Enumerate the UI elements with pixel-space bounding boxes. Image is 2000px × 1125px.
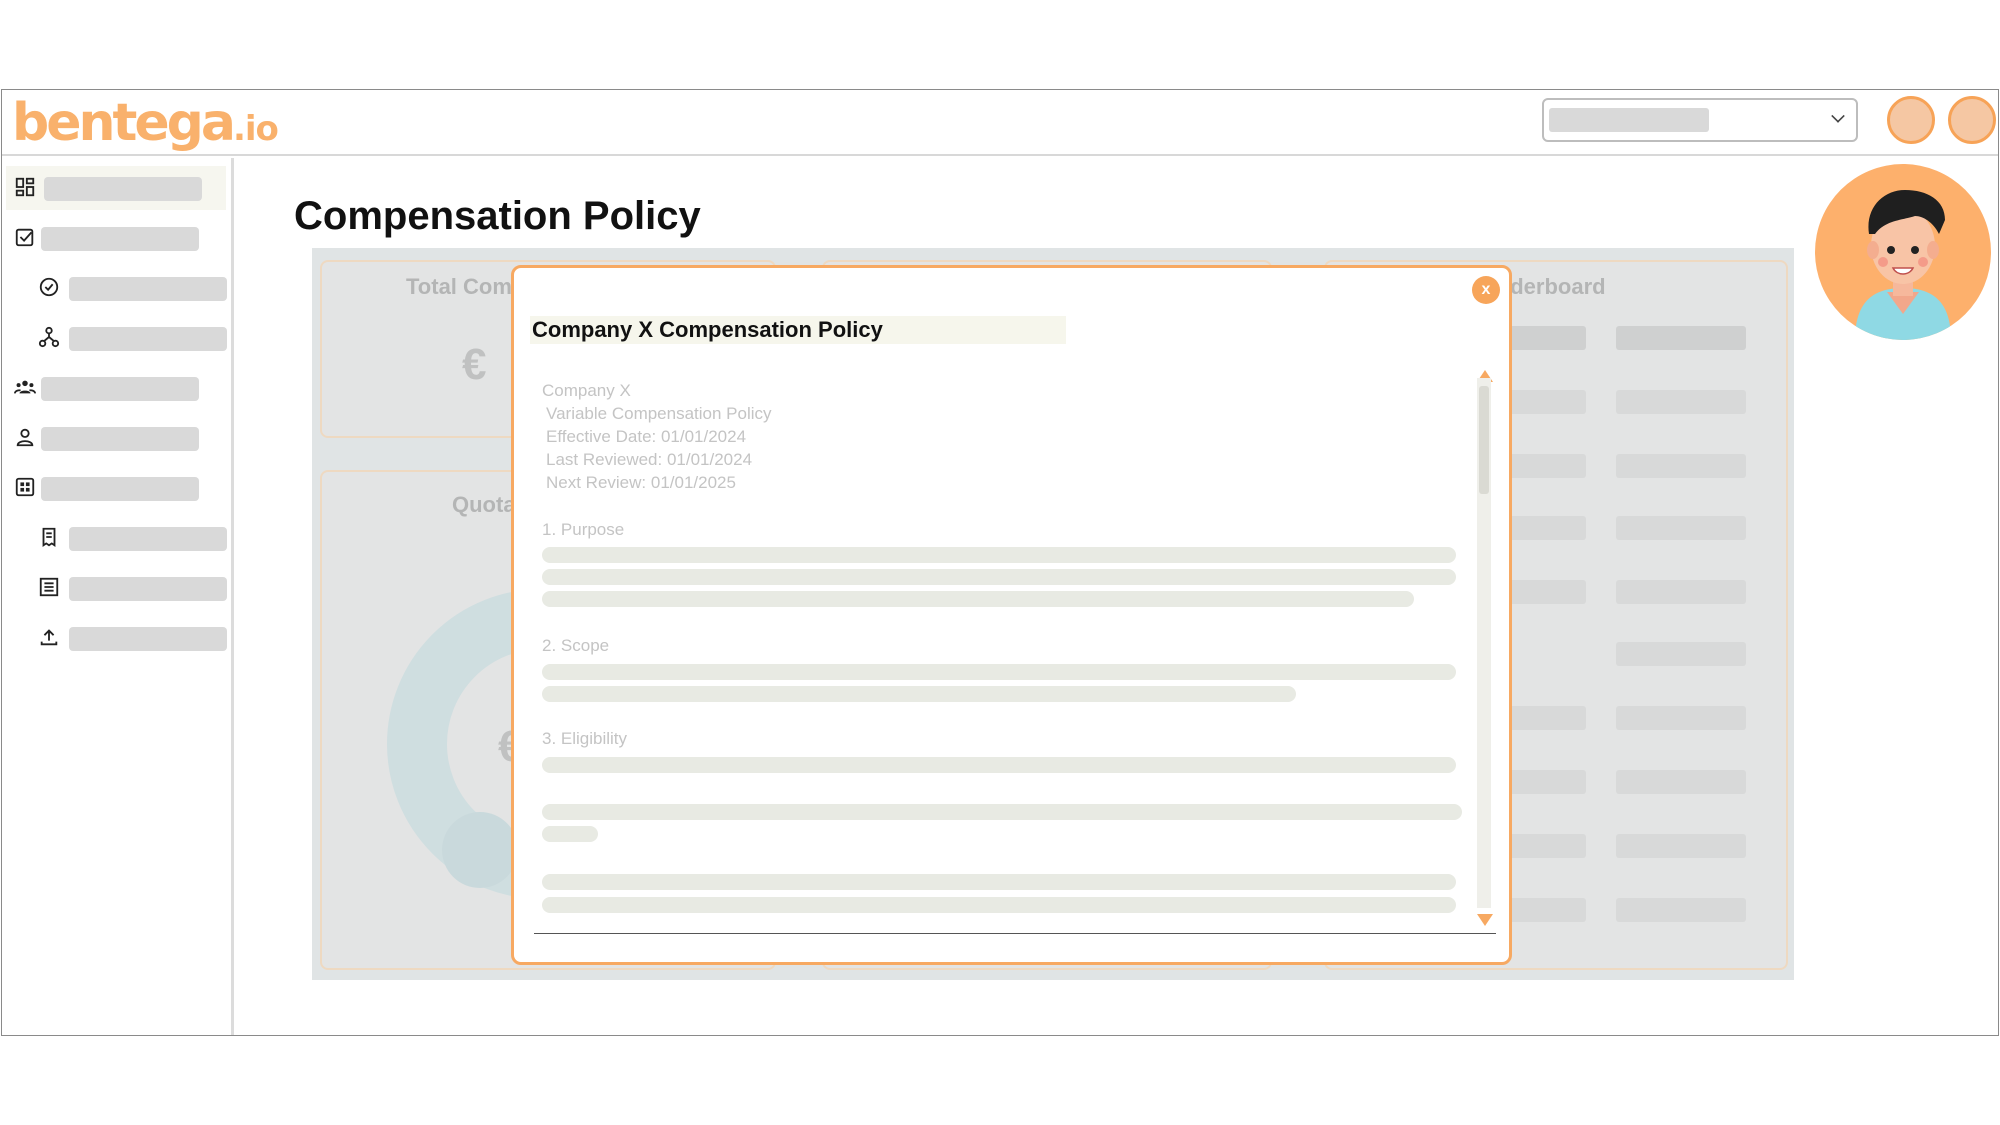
notifications-avatar[interactable] xyxy=(1887,96,1935,144)
scrollbar[interactable] xyxy=(1477,378,1491,908)
chevron-down-icon xyxy=(1831,109,1845,123)
modal-divider xyxy=(534,933,1496,934)
doc-last-reviewed: Last Reviewed: 01/01/2024 xyxy=(546,450,753,469)
user-avatar[interactable] xyxy=(1948,96,1996,144)
redacted-text-line xyxy=(542,591,1414,607)
brand-logo[interactable]: bentega.io xyxy=(12,92,279,160)
page-title: Compensation Policy xyxy=(294,194,701,238)
redacted-text-line xyxy=(542,804,1462,820)
modal-title: Company X Compensation Policy xyxy=(530,316,1066,344)
doc-policy-name: Variable Compensation Policy xyxy=(546,404,772,423)
top-bar: bentega.io xyxy=(2,90,1998,156)
grid-icon xyxy=(15,477,35,497)
redacted-text-line xyxy=(542,757,1456,773)
hierarchy-icon xyxy=(38,326,60,348)
doc-section-heading: 2. Scope xyxy=(542,636,610,655)
sidebar-item-label-placeholder xyxy=(69,577,227,601)
person-illustration-icon xyxy=(1855,190,1951,340)
sidebar-item-approvals[interactable] xyxy=(6,266,227,310)
redacted-text-line xyxy=(542,686,1296,702)
redacted-text-line xyxy=(542,826,598,842)
sidebar-item-label-placeholder xyxy=(41,427,199,451)
person-icon xyxy=(16,428,34,447)
sidebar-item-plans[interactable] xyxy=(6,466,226,510)
sidebar-item-label-placeholder xyxy=(69,527,227,551)
sidebar-item-label-placeholder xyxy=(41,227,199,251)
sidebar-item-label-placeholder xyxy=(44,177,202,201)
sidebar xyxy=(2,158,234,1035)
redacted-text-line xyxy=(542,569,1456,585)
sidebar-item-teams[interactable] xyxy=(6,366,226,410)
sidebar-item-hierarchy[interactable] xyxy=(6,316,227,360)
doc-effective-date: Effective Date: 01/01/2024 xyxy=(546,427,747,446)
verified-icon xyxy=(39,277,59,297)
doc-next-review: Next Review: 01/01/2025 xyxy=(546,473,736,492)
sidebar-item-label-placeholder xyxy=(69,277,227,301)
sidebar-item-statements[interactable] xyxy=(6,516,227,560)
sidebar-item-label-placeholder xyxy=(41,377,199,401)
assistant-avatar[interactable] xyxy=(1815,164,1991,340)
sidebar-item-label-placeholder xyxy=(69,327,227,351)
redacted-text-line xyxy=(542,874,1456,890)
redacted-text-line xyxy=(542,547,1456,563)
sidebar-item-reports[interactable] xyxy=(6,566,227,610)
redacted-text-line xyxy=(542,897,1456,913)
scroll-thumb[interactable] xyxy=(1479,386,1489,494)
sidebar-item-label-placeholder xyxy=(41,477,199,501)
sidebar-item-profile[interactable] xyxy=(6,416,226,460)
doc-section-heading: 3. Eligibility xyxy=(542,729,628,748)
app-window: bentega.io Compensation Policy Total Com… xyxy=(1,89,1999,1036)
upload-icon xyxy=(40,629,58,646)
client-select-dropdown[interactable] xyxy=(1542,98,1858,142)
scroll-down-arrow[interactable] xyxy=(1477,914,1493,926)
doc-section-heading: 1. Purpose xyxy=(542,520,625,539)
logo-main: bentega xyxy=(12,93,236,153)
logo-suffix: .io xyxy=(232,109,279,149)
receipt-icon xyxy=(42,527,56,547)
sidebar-item-dashboard[interactable] xyxy=(6,166,226,210)
dashboard-icon xyxy=(15,177,35,197)
select-value-placeholder xyxy=(1549,108,1709,132)
doc-company: Company X xyxy=(542,381,631,400)
close-button[interactable]: x xyxy=(1472,276,1500,304)
team-icon xyxy=(14,380,36,394)
sidebar-item-label-placeholder xyxy=(69,627,227,651)
list-icon xyxy=(39,577,59,597)
redacted-text-line xyxy=(542,664,1456,680)
sidebar-item-tasks[interactable] xyxy=(6,216,226,260)
policy-modal: x Company X Compensation Policy Company … xyxy=(511,265,1512,965)
sidebar-item-upload[interactable] xyxy=(6,616,227,660)
checkbox-icon xyxy=(15,228,34,247)
